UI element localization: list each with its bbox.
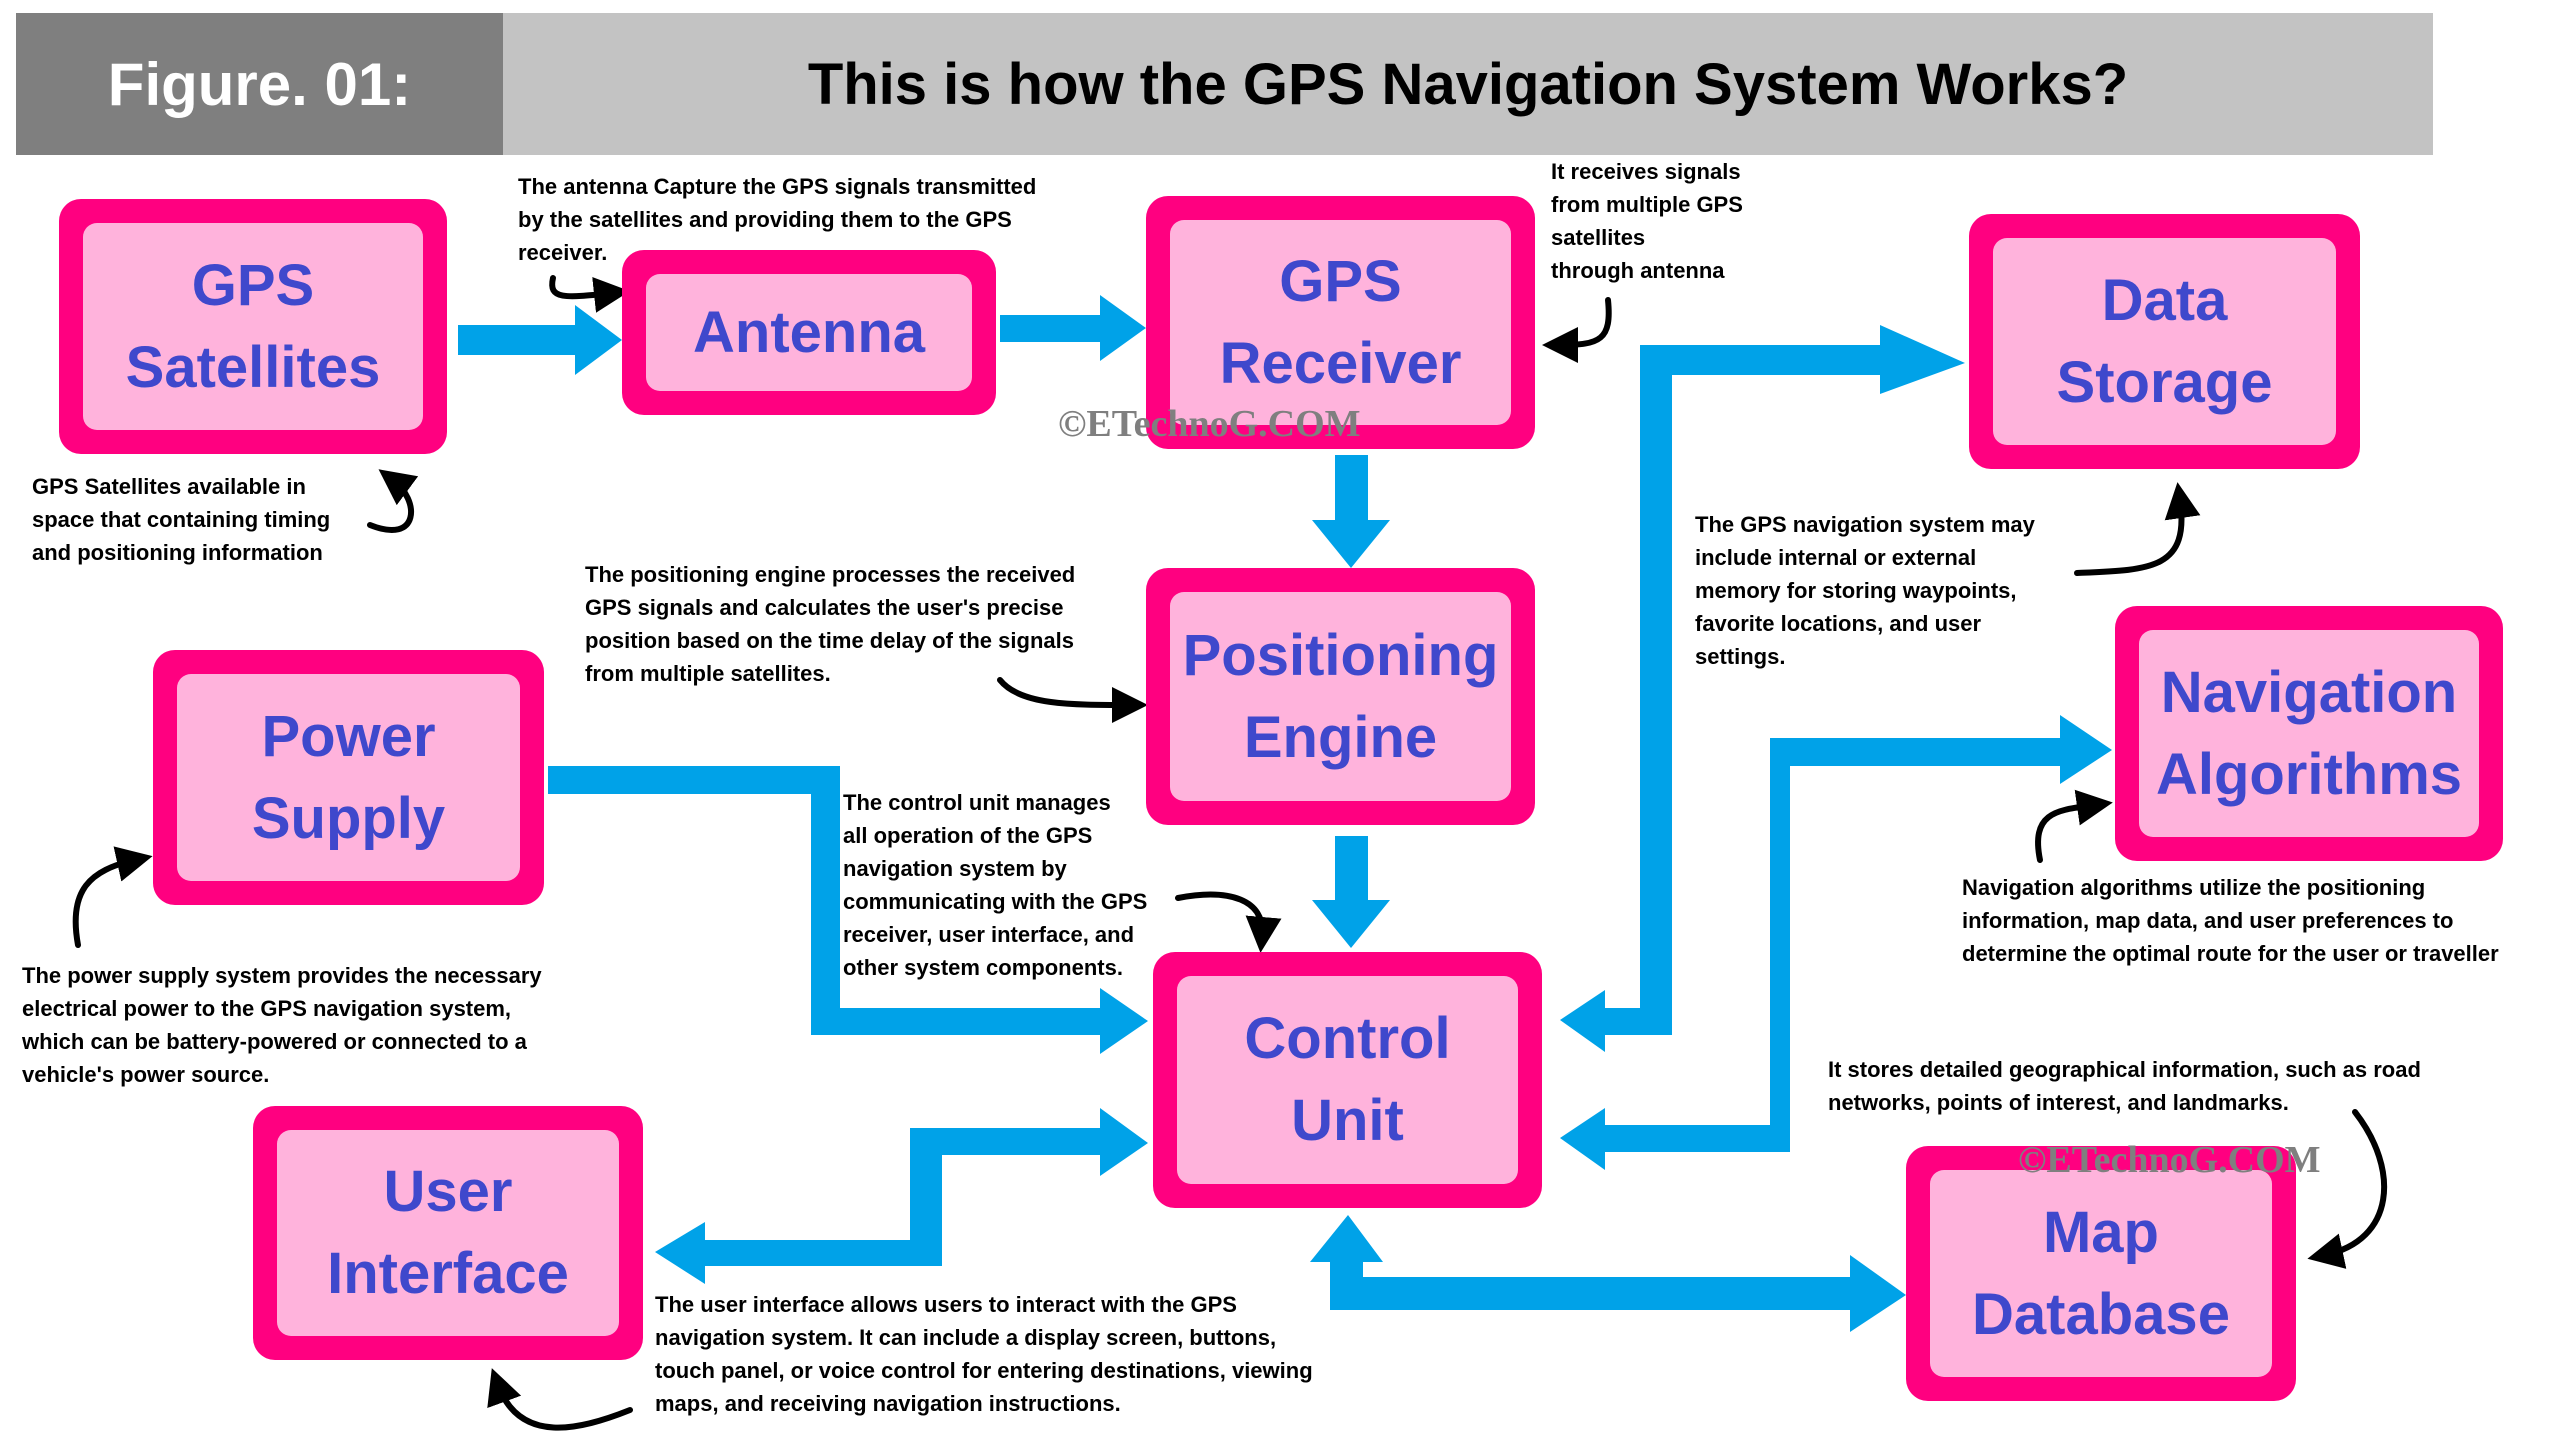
callout-nav-algorithms xyxy=(2035,789,2113,863)
arrow-satellites-to-antenna xyxy=(458,305,622,375)
block-label: GPS Receiver xyxy=(1219,248,1462,396)
block-label: Map Database xyxy=(1972,1199,2230,1347)
callout-user-interface xyxy=(487,1368,633,1431)
note-positioning-engine: The positioning engine processes the rec… xyxy=(585,562,1076,686)
block-label: Data Storage xyxy=(2056,267,2273,415)
callout-power xyxy=(72,846,153,948)
block-label: Positioning Engine xyxy=(1182,622,1499,770)
block-label: GPS Satellites xyxy=(125,252,381,400)
watermark: ©ETechnoG.COM xyxy=(2018,1139,2321,1181)
note-antenna: The antenna Capture the GPS signals tran… xyxy=(518,174,1037,265)
block-label: Control Unit xyxy=(1244,1006,1451,1153)
block-navigation-algorithms: Navigation Algorithms xyxy=(2115,606,2503,861)
callout-antenna xyxy=(549,275,630,313)
watermark: ©ETechnoG.COM xyxy=(1058,403,1361,445)
block-label: Power Supply xyxy=(251,703,446,851)
note-gps-satellites: GPS Satellites available in space that c… xyxy=(32,474,331,565)
block-positioning-engine: Positioning Engine xyxy=(1146,568,1535,825)
note-user-interface: The user interface allows users to inter… xyxy=(655,1292,1313,1416)
arrow-control-user-interface xyxy=(655,1108,1148,1284)
arrow-antenna-to-receiver xyxy=(1000,295,1146,361)
block-gps-satellites: GPS Satellites xyxy=(59,199,447,454)
callout-map-database xyxy=(2307,1109,2388,1269)
block-control-unit: Control Unit xyxy=(1153,952,1542,1208)
arrow-engine-to-control xyxy=(1312,836,1390,948)
arrow-control-data-storage xyxy=(1560,325,1965,1052)
block-label: Antenna xyxy=(693,299,925,365)
block-label: Navigation Algorithms xyxy=(2155,659,2463,807)
block-power-supply: Power Supply xyxy=(153,650,544,905)
block-data-storage: Data Storage xyxy=(1969,214,2360,469)
note-map-database: It stores detailed geographical informat… xyxy=(1828,1057,2421,1115)
note-data-storage: The GPS navigation system may include in… xyxy=(1695,512,2035,669)
note-gps-receiver: It receives signals from multiple GPS sa… xyxy=(1551,159,1743,283)
block-antenna: Antenna xyxy=(622,250,996,415)
arrow-control-map-database xyxy=(1310,1215,1906,1332)
note-power-supply: The power supply system provides the nec… xyxy=(22,963,542,1087)
arrow-receiver-to-engine xyxy=(1312,455,1390,568)
callout-receiver xyxy=(1542,297,1612,363)
block-map-database: Map Database xyxy=(1906,1146,2296,1401)
block-user-interface: User Interface xyxy=(253,1106,643,1360)
note-navigation-algorithms: Navigation algorithms utilize the positi… xyxy=(1962,875,2499,966)
callout-control xyxy=(1175,891,1282,953)
block-label: User Interface xyxy=(327,1159,569,1306)
note-control-unit: The control unit manages all operation o… xyxy=(843,790,1148,980)
callout-satellites xyxy=(367,469,419,533)
callout-data-storage xyxy=(2074,482,2201,576)
